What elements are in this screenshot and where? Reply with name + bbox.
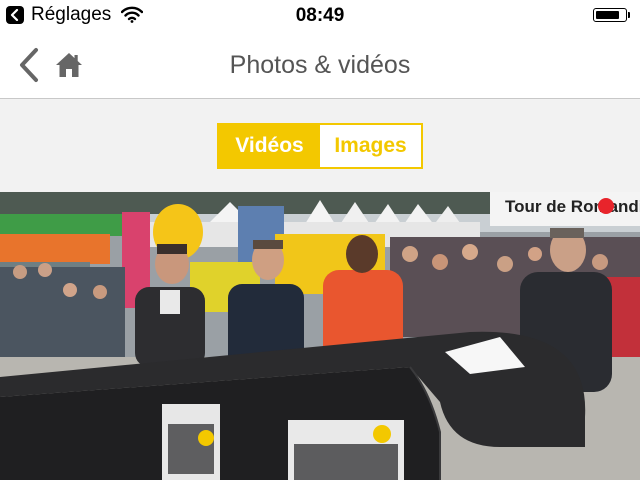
tab-videos[interactable]: Vidéos: [219, 125, 320, 167]
back-to-app-icon[interactable]: [6, 6, 24, 24]
segment-area: Vidéos Images: [0, 99, 640, 192]
video-frame: Tour de Romandie: [0, 192, 640, 480]
tab-images[interactable]: Images: [320, 125, 421, 167]
home-icon[interactable]: [55, 52, 83, 78]
chevron-left-icon[interactable]: [16, 47, 42, 83]
nav-bar: Photos & vidéos: [0, 32, 640, 99]
status-time: 08:49: [295, 5, 345, 26]
media-type-segmented-control: Vidéos Images: [217, 123, 423, 169]
wifi-icon: [121, 6, 143, 23]
battery-icon: [593, 8, 630, 22]
back-to-app-label[interactable]: Réglages: [31, 4, 111, 26]
battery-level: [596, 11, 619, 19]
video-player[interactable]: Tour de Romandie: [0, 192, 640, 480]
event-banner-text: Tour de Romandie: [505, 197, 640, 216]
status-bar: Réglages 08:49: [0, 0, 640, 32]
page-title: Photos & vidéos: [229, 51, 411, 79]
